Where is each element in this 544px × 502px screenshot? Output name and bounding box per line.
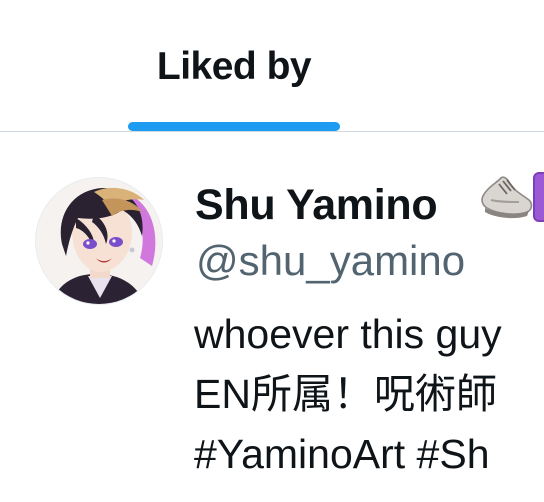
tab-liked-by-label: Liked by <box>156 45 312 88</box>
user-handle: @shu_yamino <box>196 237 466 284</box>
avatar[interactable] <box>35 177 163 305</box>
display-name-line: Shu Yamino <box>195 175 438 235</box>
anime-avatar-icon <box>36 178 162 304</box>
tab-bar: Liked by <box>0 0 544 132</box>
active-tab-indicator <box>128 122 340 131</box>
user-bio: whoever this guy EN所属！呪術師 #YaminoArt #Sh <box>194 304 502 484</box>
purple-badge-icon <box>533 172 544 222</box>
bio-line-3: #YaminoArt #Sh <box>194 431 490 477</box>
bio-line-2: EN所属！呪術師 <box>194 371 497 417</box>
user-list-item[interactable]: Shu Yamino @shu_yamino whoever this guy … <box>0 132 544 502</box>
sneaker-icon <box>481 176 533 219</box>
bio-line-1: whoever this guy <box>194 311 502 357</box>
display-name[interactable]: Shu Yamino <box>195 181 438 229</box>
tab-liked-by[interactable]: Liked by <box>128 0 340 132</box>
